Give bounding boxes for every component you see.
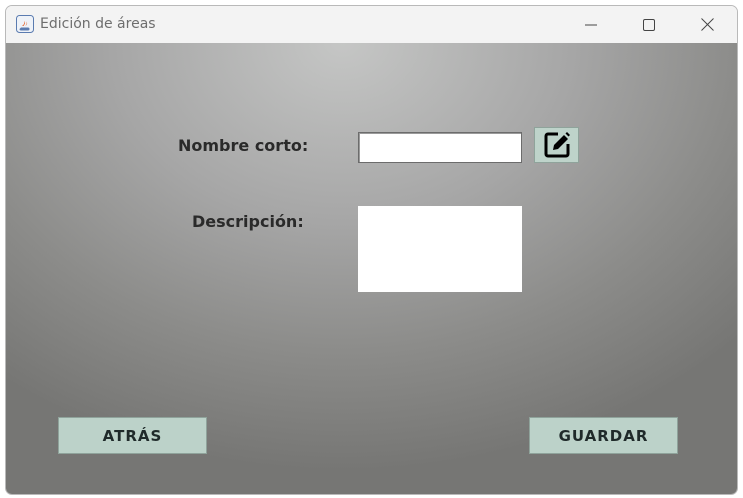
close-button[interactable] <box>678 6 736 43</box>
save-button[interactable]: GUARDAR <box>529 417 678 454</box>
app-window: Edición de áreas Nombre corto: Descripci… <box>5 5 738 495</box>
minimize-button[interactable] <box>562 6 620 43</box>
form-panel: Nombre corto: Descripción: ATRÁS GUARDAR <box>6 43 737 494</box>
description-textarea[interactable] <box>358 206 522 292</box>
window-title: Edición de áreas <box>40 16 156 32</box>
short-name-input[interactable] <box>358 132 522 163</box>
minimize-icon <box>585 24 597 25</box>
edit-button[interactable] <box>534 127 579 163</box>
edit-pencil-icon <box>544 132 570 158</box>
maximize-button[interactable] <box>620 6 678 43</box>
short-name-label: Nombre corto: <box>178 136 309 155</box>
back-button[interactable]: ATRÁS <box>58 417 207 454</box>
title-bar[interactable]: Edición de áreas <box>6 6 737 43</box>
description-label: Descripción: <box>192 212 304 231</box>
java-app-icon <box>16 15 34 33</box>
close-icon <box>700 18 714 31</box>
maximize-icon <box>643 18 655 31</box>
